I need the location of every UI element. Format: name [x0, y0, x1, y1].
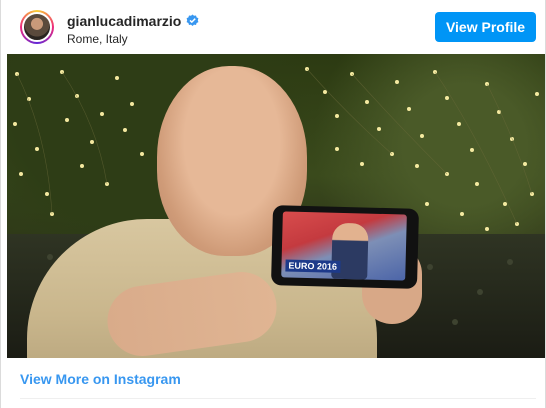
sofa-button: [452, 319, 458, 325]
profile-avatar[interactable]: [20, 10, 54, 44]
footer-divider: [20, 398, 536, 399]
sofa-button: [507, 259, 513, 265]
sofa-button: [477, 289, 483, 295]
avatar-image: [22, 12, 52, 42]
view-profile-button[interactable]: View Profile: [435, 12, 536, 42]
username-row: gianlucadimarzio: [67, 12, 199, 29]
phone-screen-tag: EURO 2016: [285, 259, 341, 273]
location-link[interactable]: Rome, Italy: [67, 32, 199, 46]
smartphone: EURO 2016: [270, 205, 420, 289]
user-info: gianlucadimarzio Rome, Italy: [67, 12, 199, 46]
sofa-button: [47, 254, 53, 260]
post-header: gianlucadimarzio Rome, Italy View Profil…: [0, 0, 546, 54]
sofa-button: [427, 264, 433, 270]
view-more-on-instagram-link[interactable]: View More on Instagram: [20, 371, 181, 387]
card-border-left: [0, 0, 1, 408]
username-link[interactable]: gianlucadimarzio: [67, 13, 181, 29]
phone-screen: EURO 2016: [281, 211, 407, 281]
verified-badge-icon: [186, 14, 199, 27]
instagram-embed-card: gianlucadimarzio Rome, Italy View Profil…: [0, 0, 546, 408]
post-media-image[interactable]: EURO 2016: [7, 54, 545, 358]
